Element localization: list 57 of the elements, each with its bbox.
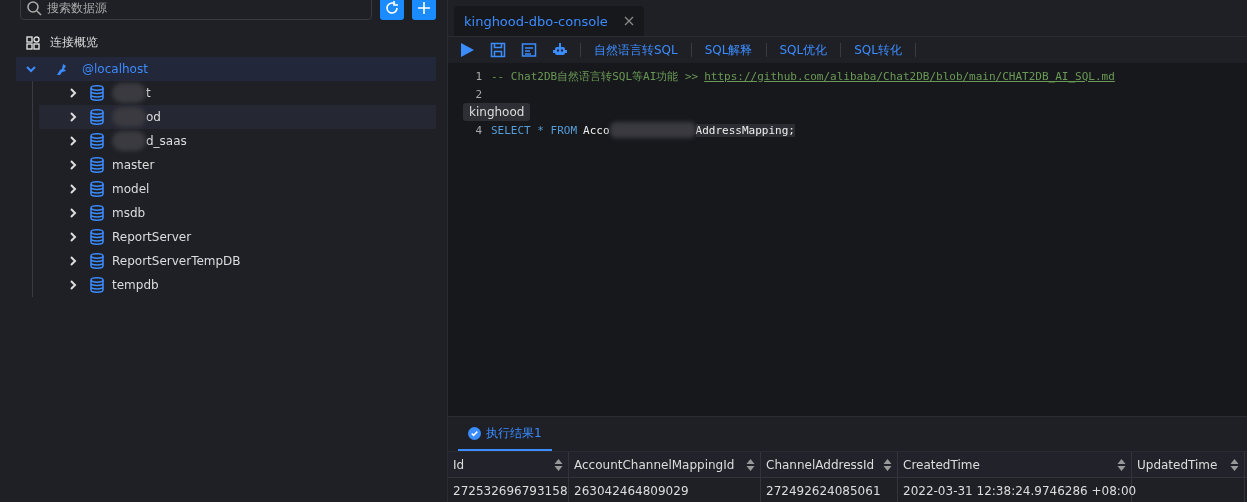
database-icon xyxy=(90,157,104,173)
code-comment: -- Chat2DB自然语言转SQL等AI功能 >> xyxy=(491,68,699,84)
toolbar-action[interactable]: 自然语言转SQL xyxy=(590,41,682,59)
database-icon xyxy=(90,229,104,245)
tree-item[interactable]: ReportServerTempDB xyxy=(39,249,436,273)
refresh-button[interactable] xyxy=(380,0,404,20)
tree-item[interactable]: @localhost xyxy=(16,57,436,81)
sort-icon[interactable] xyxy=(746,457,755,472)
grid-icon xyxy=(26,35,40,50)
sql-keyword: SELECT * FROM xyxy=(491,123,578,137)
column-header[interactable]: Id xyxy=(448,452,569,477)
tree-item[interactable]: d_saas xyxy=(39,129,436,153)
tooltip: kinghood xyxy=(463,103,531,121)
database-icon xyxy=(90,277,104,293)
sort-icon[interactable] xyxy=(1230,457,1239,472)
line-number: 1 xyxy=(474,69,483,83)
overview-item[interactable]: 连接概览 xyxy=(50,34,98,51)
database-icon xyxy=(90,133,104,149)
column-header[interactable]: CreatedTime xyxy=(898,452,1132,477)
plus-icon xyxy=(416,0,432,16)
line-number: 2 xyxy=(474,87,483,101)
editor-tab[interactable]: kinghood-dbo-console xyxy=(454,6,644,36)
table-cell: 272532696793158 xyxy=(448,478,569,502)
column-header[interactable]: ChannelAddressId xyxy=(761,452,898,477)
search-icon xyxy=(26,0,42,16)
toolbar-action[interactable]: SQL转化 xyxy=(850,41,906,59)
column-header[interactable]: AccountChannelMappingId xyxy=(569,452,761,477)
database-icon xyxy=(90,205,104,221)
toolbar-action[interactable]: SQL优化 xyxy=(775,41,832,59)
tree-item[interactable]: ReportServer xyxy=(39,225,436,249)
line-number: 4 xyxy=(474,123,483,137)
database-icon xyxy=(90,253,104,269)
plug-icon xyxy=(54,62,68,76)
tree-item[interactable]: msdb xyxy=(39,201,436,225)
add-button[interactable] xyxy=(412,0,436,20)
tree-item[interactable]: model xyxy=(39,177,436,201)
sort-icon[interactable] xyxy=(554,457,563,472)
search-field[interactable]: 搜索数据源 xyxy=(20,0,372,20)
table-cell: 263042464809029 xyxy=(569,478,761,502)
code-link[interactable]: https://github.com/alibaba/Chat2DB/blob/main/CHAT2DB_AI_SQL.md xyxy=(704,69,1115,83)
tree-item[interactable]: master xyxy=(39,153,436,177)
tree-item[interactable]: t xyxy=(39,81,436,105)
database-icon xyxy=(90,85,104,101)
table-name: Acco xyxy=(583,123,610,137)
database-icon xyxy=(90,109,104,125)
refresh-icon xyxy=(384,0,400,16)
tree-item[interactable]: tempdb xyxy=(39,273,436,297)
sort-icon[interactable] xyxy=(1117,457,1126,472)
column-header[interactable]: UpdatedTime xyxy=(1132,452,1245,477)
toolbar-action[interactable]: SQL解释 xyxy=(700,41,757,59)
tree-item[interactable]: od xyxy=(39,105,436,129)
table-name: AddressMapping; xyxy=(695,123,795,137)
check-circle-icon xyxy=(468,426,481,440)
close-icon xyxy=(623,16,634,26)
sort-icon[interactable] xyxy=(883,457,892,472)
table-cell: 272492624085061 xyxy=(761,478,898,502)
database-icon xyxy=(90,181,104,197)
